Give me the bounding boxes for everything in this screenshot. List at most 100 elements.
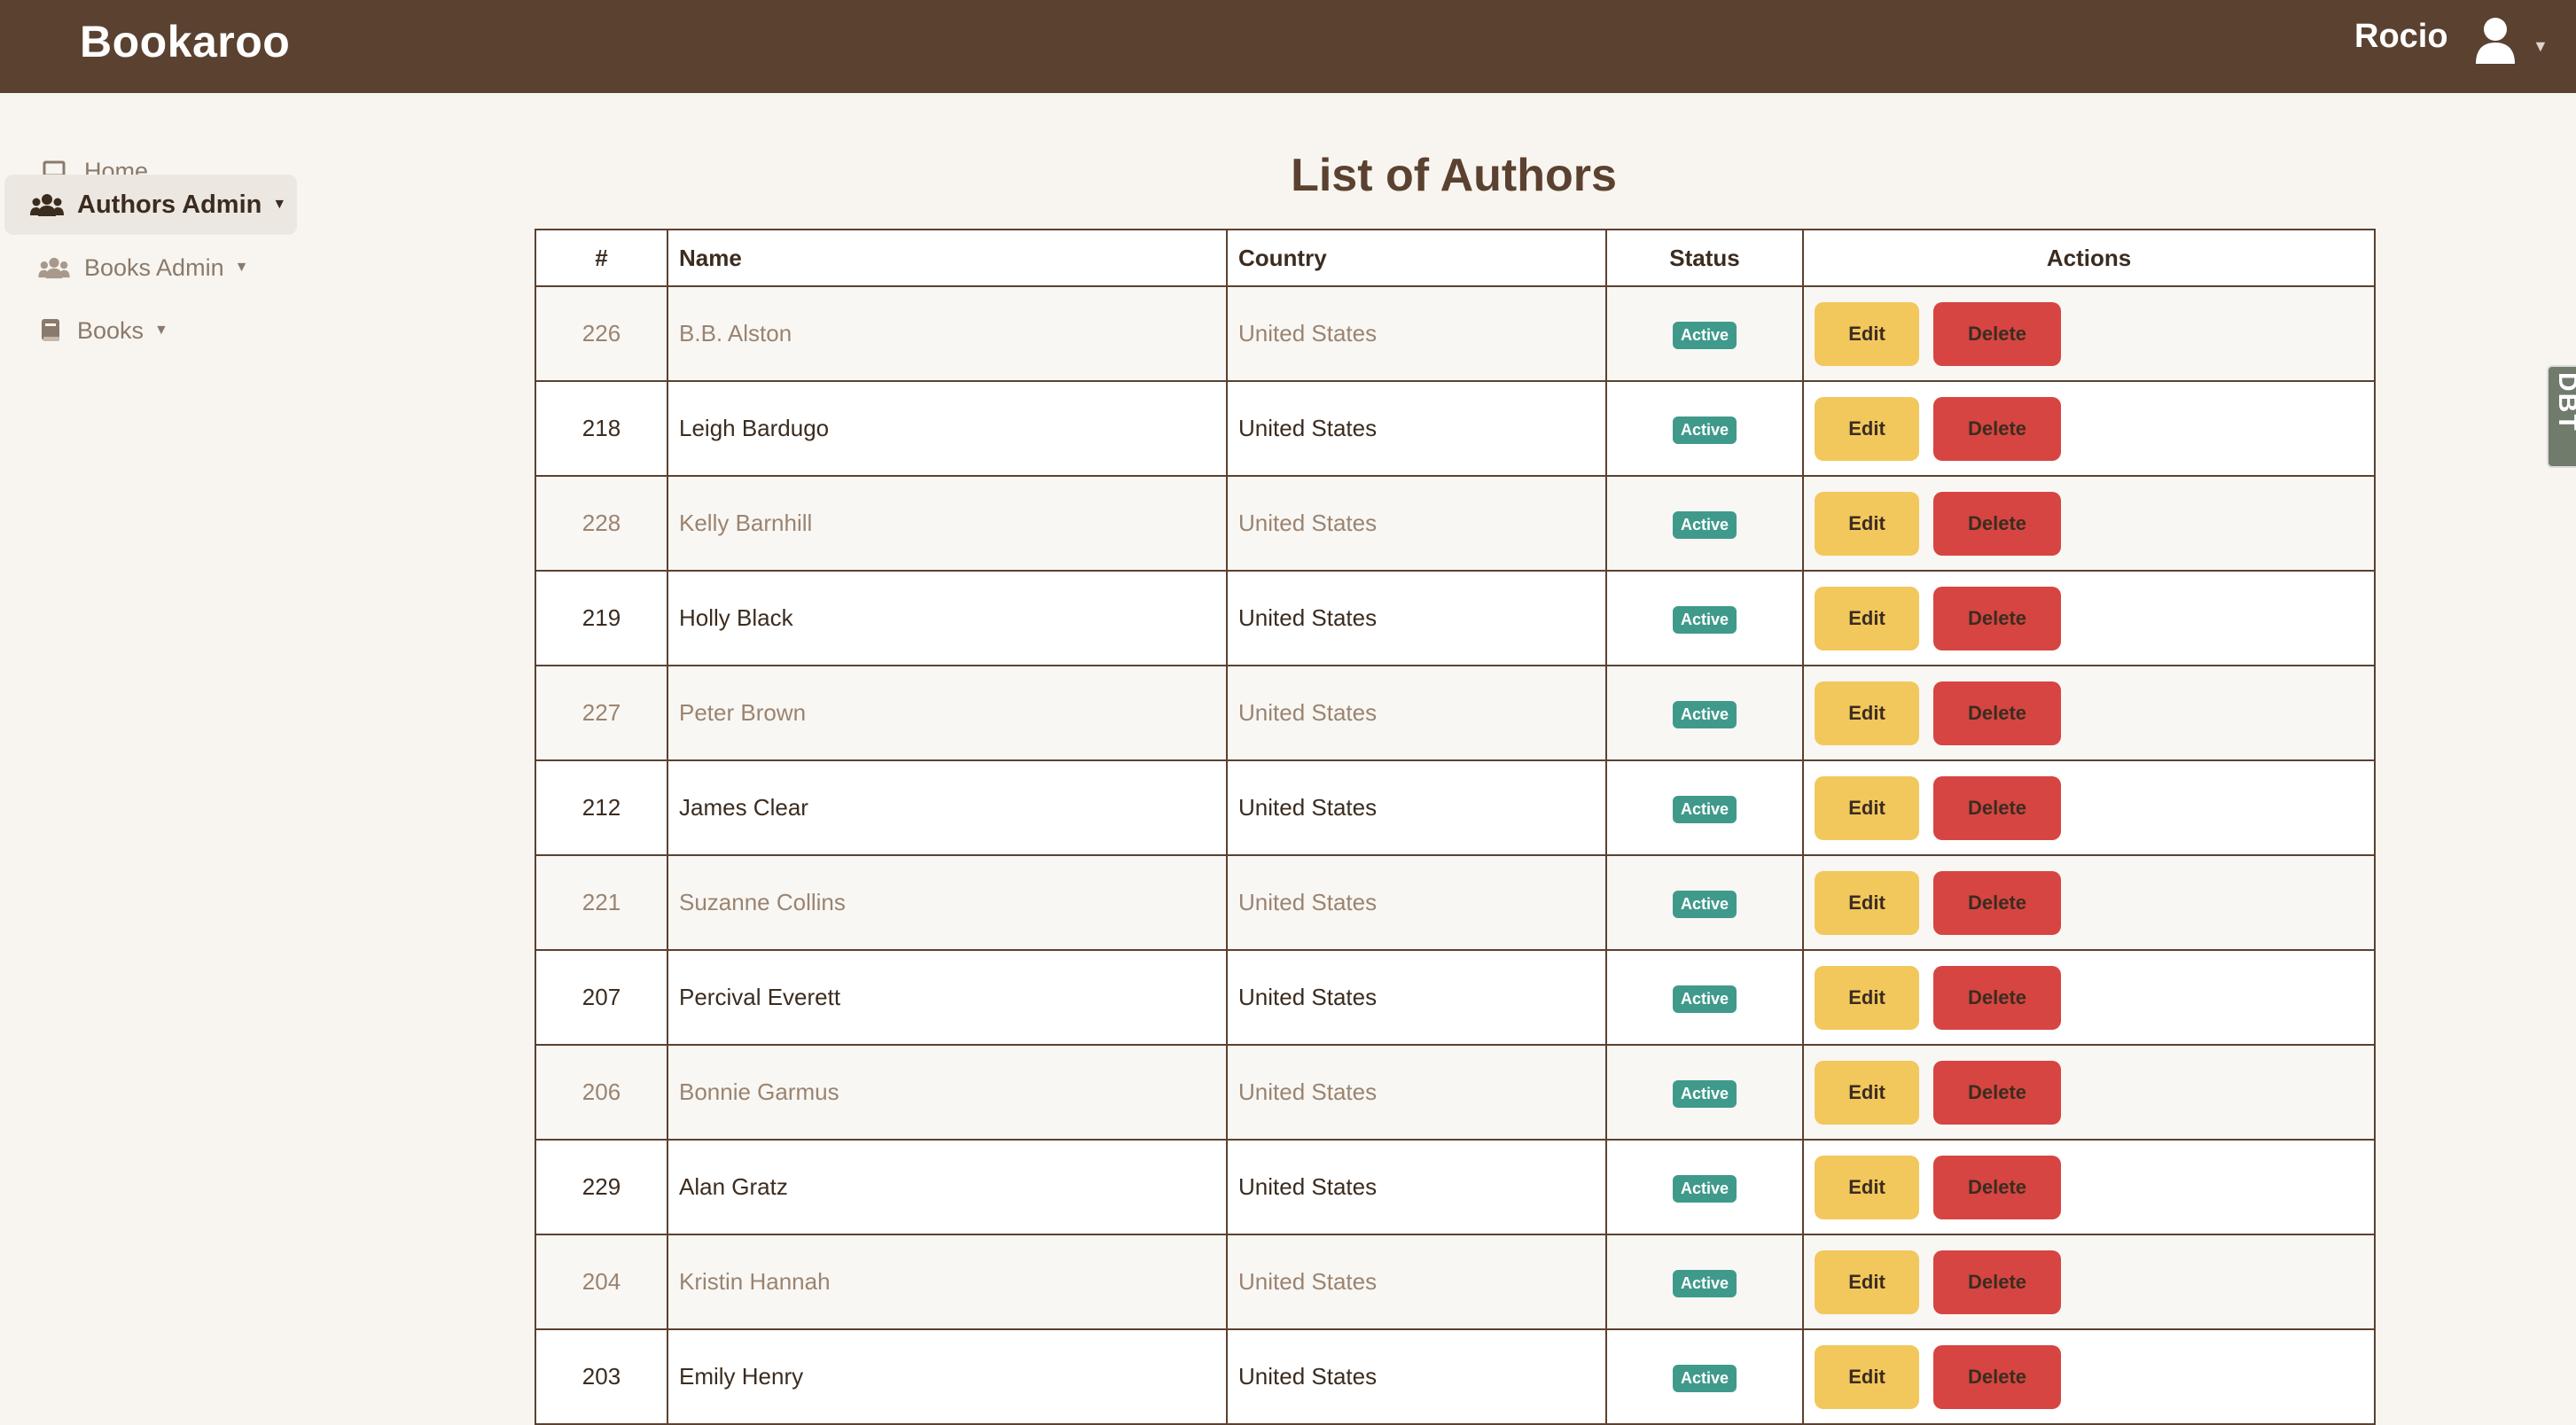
status-badge: Active <box>1672 416 1737 444</box>
actions-cell: Edit Delete <box>1802 854 2376 951</box>
delete-button[interactable]: Delete <box>1933 396 2061 461</box>
actions-cell: Edit Delete <box>1802 665 2376 761</box>
table-row: 227 Peter Brown United States Active Edit Del… <box>535 665 2376 761</box>
edit-button[interactable]: Edit <box>1815 870 1919 935</box>
user-avatar-icon[interactable] <box>2473 16 2517 66</box>
book-icon <box>33 316 68 345</box>
sidebar-item-books[interactable]: Books ▼ <box>4 300 297 361</box>
actions-cell: Edit Delete <box>1802 1044 2376 1141</box>
table-row: 203 Emily Henry United States Active Edit Del… <box>535 1328 2376 1425</box>
edit-button[interactable]: Edit <box>1815 586 1919 650</box>
author-id-cell: 228 <box>535 475 668 572</box>
delete-button[interactable]: Delete <box>1933 870 2061 935</box>
actions-cell: Edit Delete <box>1802 285 2376 382</box>
table-row: 226 B.B. Alston United States Active Edit Del… <box>535 285 2376 382</box>
delete-button[interactable]: Delete <box>1933 1060 2061 1125</box>
edit-button[interactable]: Edit <box>1815 1344 1919 1409</box>
edit-button[interactable]: Edit <box>1815 1250 1919 1314</box>
user-menu-chevron-down-icon[interactable]: ▼ <box>2533 37 2549 56</box>
debug-toolbar-tab[interactable]: DBT <box>2547 365 2576 468</box>
status-badge: Active <box>1672 795 1737 823</box>
status-cell: Active <box>1605 1234 1804 1330</box>
delete-button[interactable]: Delete <box>1933 1250 2061 1314</box>
status-badge: Active <box>1672 321 1737 349</box>
edit-button[interactable]: Edit <box>1815 1060 1919 1125</box>
sidebar-item-label: Books <box>77 316 144 344</box>
status-cell: Active <box>1605 475 1804 572</box>
column-header-number: # <box>535 229 668 287</box>
chevron-down-icon: ▼ <box>154 323 168 338</box>
table-row: 218 Leigh Bardugo United States Active Edit D… <box>535 380 2376 477</box>
edit-button[interactable]: Edit <box>1815 965 1919 1030</box>
sidebar-item-authors-admin[interactable]: Authors Admin ▼ <box>4 175 297 235</box>
actions-cell: Edit Delete <box>1802 1234 2376 1330</box>
delete-button[interactable]: Delete <box>1933 681 2061 745</box>
status-cell: Active <box>1605 949 1804 1046</box>
authors-table: # Name Country Status Actions 226 B.B. Al… <box>535 229 2376 1425</box>
table-row: 219 Holly Black United States Active Edit Del… <box>535 570 2376 666</box>
table-row: 228 Kelly Barnhill United States Active Edit… <box>535 475 2376 572</box>
author-id-cell: 229 <box>535 1139 668 1235</box>
author-id-cell: 218 <box>535 380 668 477</box>
status-cell: Active <box>1605 1139 1804 1235</box>
status-cell: Active <box>1605 759 1804 856</box>
chevron-down-icon: ▼ <box>272 197 287 212</box>
table-row: 206 Bonnie Garmus United States Active Edit D… <box>535 1044 2376 1141</box>
author-country-cell: United States <box>1226 1139 1607 1235</box>
delete-button[interactable]: Delete <box>1933 775 2061 840</box>
actions-cell: Edit Delete <box>1802 949 2376 1046</box>
delete-button[interactable]: Delete <box>1933 965 2061 1030</box>
actions-cell: Edit Delete <box>1802 475 2376 572</box>
author-country-cell: United States <box>1226 1234 1607 1330</box>
author-id-cell: 206 <box>535 1044 668 1141</box>
edit-button[interactable]: Edit <box>1815 301 1919 366</box>
author-country-cell: United States <box>1226 949 1607 1046</box>
status-cell: Active <box>1605 1328 1804 1425</box>
author-country-cell: United States <box>1226 854 1607 951</box>
status-badge: Active <box>1672 605 1737 634</box>
actions-cell: Edit Delete <box>1802 1139 2376 1235</box>
page-title: List of Authors <box>1291 150 1617 201</box>
author-name-cell: Peter Brown <box>667 665 1228 761</box>
status-badge: Active <box>1672 1364 1737 1392</box>
edit-button[interactable]: Edit <box>1815 775 1919 840</box>
table-row: 212 James Clear United States Active Edit Del… <box>535 759 2376 856</box>
edit-button[interactable]: Edit <box>1815 491 1919 556</box>
author-name-cell: Kristin Hannah <box>667 1234 1228 1330</box>
actions-cell: Edit Delete <box>1802 570 2376 666</box>
delete-button[interactable]: Delete <box>1933 301 2061 366</box>
table-row: 204 Kristin Hannah United States Active Edit… <box>535 1234 2376 1330</box>
author-id-cell: 221 <box>535 854 668 951</box>
author-name-cell: Kelly Barnhill <box>667 475 1228 572</box>
delete-button[interactable]: Delete <box>1933 491 2061 556</box>
debug-toolbar-label: DBT <box>2553 372 2576 432</box>
author-country-cell: United States <box>1226 570 1607 666</box>
delete-button[interactable]: Delete <box>1933 1344 2061 1409</box>
author-id-cell: 226 <box>535 285 668 382</box>
author-name-cell: B.B. Alston <box>667 285 1228 382</box>
users-icon <box>36 253 72 282</box>
author-id-cell: 212 <box>535 759 668 856</box>
status-cell: Active <box>1605 570 1804 666</box>
sidebar-item-books-admin[interactable]: Books Admin ▼ <box>4 238 297 298</box>
status-cell: Active <box>1605 1044 1804 1141</box>
author-name-cell: Holly Black <box>667 570 1228 666</box>
author-name-cell: Alan Gratz <box>667 1139 1228 1235</box>
author-country-cell: United States <box>1226 1328 1607 1425</box>
brand-logo[interactable]: Bookaroo <box>80 16 290 67</box>
top-navbar: Bookaroo Rocio ▼ <box>0 0 2576 93</box>
edit-button[interactable]: Edit <box>1815 681 1919 745</box>
author-id-cell: 207 <box>535 949 668 1046</box>
edit-button[interactable]: Edit <box>1815 396 1919 461</box>
author-name-cell: Suzanne Collins <box>667 854 1228 951</box>
status-cell: Active <box>1605 665 1804 761</box>
author-name-cell: Emily Henry <box>667 1328 1228 1425</box>
sidebar-item-label: Books Admin <box>84 253 224 281</box>
delete-button[interactable]: Delete <box>1933 1155 2061 1219</box>
author-country-cell: United States <box>1226 665 1607 761</box>
edit-button[interactable]: Edit <box>1815 1155 1919 1219</box>
author-country-cell: United States <box>1226 475 1607 572</box>
delete-button[interactable]: Delete <box>1933 586 2061 650</box>
status-cell: Active <box>1605 854 1804 951</box>
user-name[interactable]: Rocio <box>2354 18 2448 56</box>
